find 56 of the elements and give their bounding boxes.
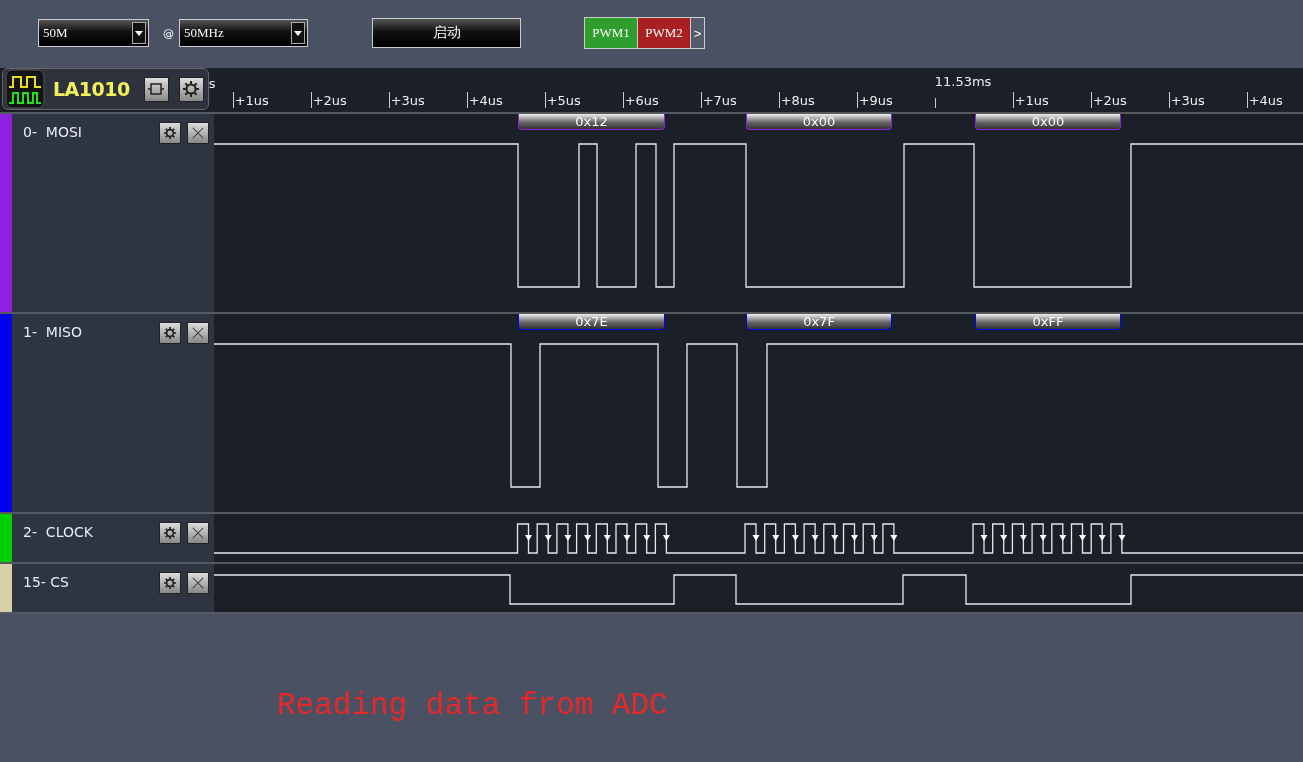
pwm-button[interactable]: PWM2 (638, 18, 691, 48)
time-tick: +1us (1012, 92, 1049, 108)
waveform-logo-icon (5, 69, 45, 109)
caret-icon (132, 22, 146, 44)
decoded-byte: 0x7E (518, 314, 665, 330)
time-tick: +1us (232, 92, 269, 108)
caret-icon (291, 22, 305, 44)
time-tick: +6us (622, 92, 659, 108)
time-tick: +2us (1090, 92, 1127, 108)
cursor-time: 11.53ms (934, 74, 992, 89)
settings-icon (183, 81, 200, 97)
sample-depth-dropdown[interactable]: 50M (38, 19, 149, 47)
close-button[interactable] (187, 522, 209, 544)
settings-icon (164, 127, 176, 139)
time-tick: +8us (778, 92, 815, 108)
close-icon (191, 576, 205, 590)
start-button[interactable]: 启动 (372, 18, 521, 48)
decoded-byte: 0xFF (975, 314, 1121, 330)
time-tick: +9us (856, 92, 893, 108)
decoded-byte: 0x12 (518, 114, 665, 130)
time-tick: +4us (1246, 92, 1283, 108)
settings-icon (164, 577, 176, 589)
channel-name: 0- MOSI (23, 124, 83, 140)
close-icon (191, 326, 205, 340)
channel-name: 15- CS (23, 574, 70, 590)
window-icon (148, 81, 165, 97)
settings-button[interactable] (159, 122, 181, 144)
at-label: @ (163, 26, 174, 40)
more-button[interactable]: > (691, 18, 704, 48)
close-button[interactable] (187, 572, 209, 594)
time-label: s (208, 76, 216, 91)
decoded-byte: 0x7F (746, 314, 892, 330)
time-tick: +7us (700, 92, 737, 108)
close-button[interactable] (187, 322, 209, 344)
window-button[interactable] (143, 76, 169, 102)
settings-button[interactable] (159, 572, 181, 594)
close-button[interactable] (187, 122, 209, 144)
caption-text: Reading data from ADC (277, 688, 668, 723)
sample-rate-dropdown[interactable]: 50MHz (179, 19, 308, 47)
close-icon (191, 126, 205, 140)
time-tick: +4us (466, 92, 503, 108)
settings-icon (164, 327, 176, 339)
channel-name: 1- MISO (23, 324, 83, 340)
close-icon (191, 526, 205, 540)
time-tick: +2us (310, 92, 347, 108)
time-tick: +3us (1168, 92, 1205, 108)
device-name: LA1010 (53, 78, 130, 100)
decoded-byte: 0x00 (975, 114, 1121, 130)
time-tick: +3us (388, 92, 425, 108)
time-tick: +5us (544, 92, 581, 108)
settings-button[interactable] (159, 322, 181, 344)
decoded-byte: 0x00 (746, 114, 892, 130)
settings-button[interactable] (159, 522, 181, 544)
settings-icon (164, 527, 176, 539)
channel-name: 2- CLOCK (23, 524, 94, 540)
settings-button[interactable] (178, 76, 204, 102)
